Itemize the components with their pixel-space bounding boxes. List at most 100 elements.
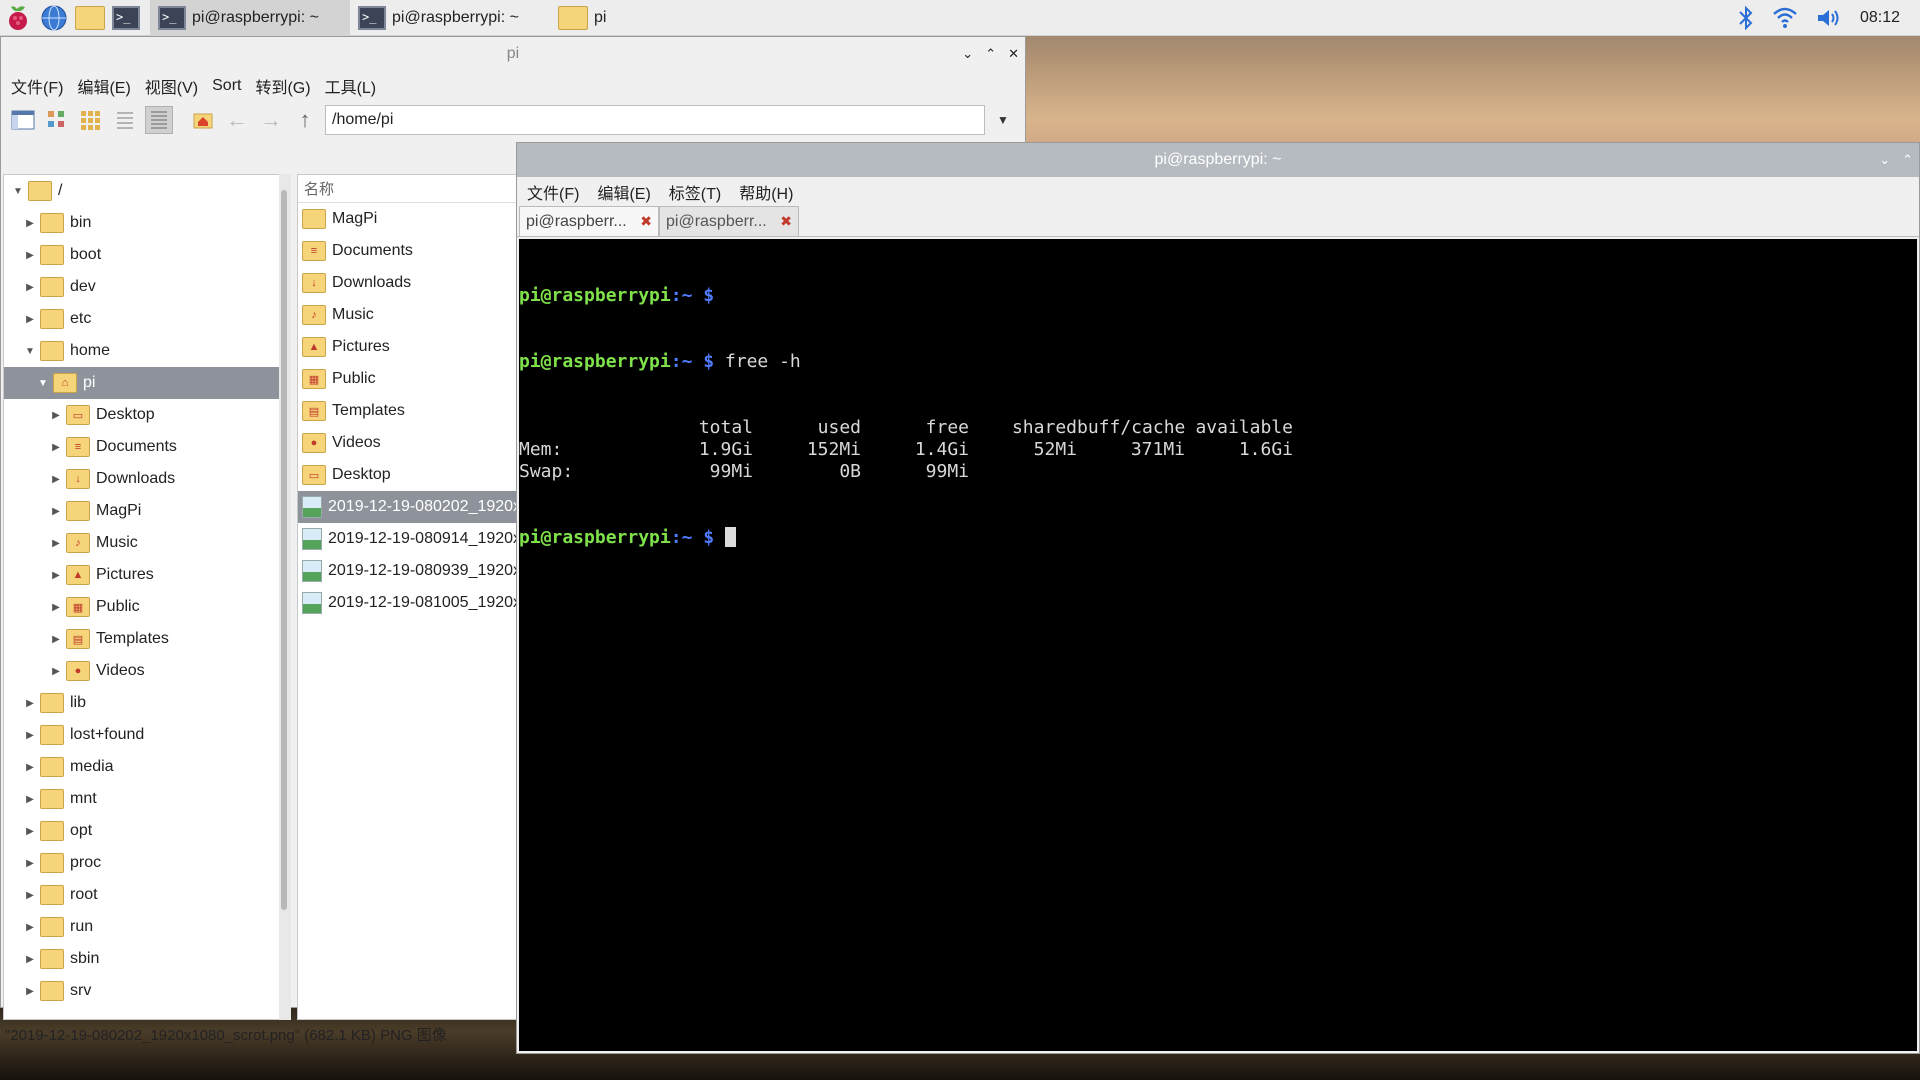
expander-arrow-icon[interactable]: ▶ <box>46 410 66 421</box>
expander-arrow-icon[interactable]: ▶ <box>20 762 40 773</box>
menu-edit[interactable]: 编辑(E) <box>597 180 650 204</box>
wifi-icon[interactable] <box>1772 6 1798 30</box>
tree-item[interactable]: ▶ ● Videos <box>4 655 290 687</box>
terminal-launcher[interactable]: >_ <box>108 0 144 36</box>
detailed-list-view-icon[interactable] <box>145 106 173 134</box>
scrollbar-thumb[interactable] <box>281 190 287 910</box>
expander-arrow-icon[interactable]: ▶ <box>20 794 40 805</box>
expander-arrow-icon[interactable]: ▶ <box>20 218 40 229</box>
expander-arrow-icon[interactable]: ▶ <box>46 538 66 549</box>
home-icon[interactable] <box>189 106 217 134</box>
clock[interactable]: 08:12 <box>1860 9 1900 27</box>
close-tab-icon[interactable]: ✖ <box>640 213 652 230</box>
expander-arrow-icon[interactable]: ▼ <box>33 378 53 389</box>
menu-help[interactable]: 帮助(H) <box>739 180 793 204</box>
tree-item[interactable]: ▶ bin <box>4 207 290 239</box>
list-item[interactable]: 2019-12-19-081005_1920x <box>298 587 530 619</box>
tree-item[interactable]: ▶ ♪ Music <box>4 527 290 559</box>
list-item[interactable]: ▤ Templates <box>298 395 530 427</box>
taskbar-task-terminal-1[interactable]: >_ pi@raspberrypi: ~ <box>150 0 350 36</box>
menu-tools[interactable]: 工具(L) <box>325 74 377 98</box>
minimize-icon[interactable]: ⌄ <box>1879 152 1890 168</box>
expander-arrow-icon[interactable]: ▶ <box>20 698 40 709</box>
tree-item[interactable]: ▶ dev <box>4 271 290 303</box>
tree-item[interactable]: ▶ srv <box>4 975 290 1007</box>
column-header-name[interactable]: 名称 <box>298 175 530 203</box>
expander-arrow-icon[interactable]: ▶ <box>46 474 66 485</box>
tree-item[interactable]: ▶ ▭ Desktop <box>4 399 290 431</box>
tree-item[interactable]: ▶ root <box>4 879 290 911</box>
tree-item[interactable]: ▶ MagPi <box>4 495 290 527</box>
tree-item[interactable]: ▶ ▲ Pictures <box>4 559 290 591</box>
expander-arrow-icon[interactable]: ▶ <box>20 314 40 325</box>
expander-arrow-icon[interactable]: ▶ <box>46 570 66 581</box>
raspberry-menu-button[interactable] <box>0 0 36 36</box>
minimize-icon[interactable]: ⌄ <box>962 46 973 62</box>
list-item[interactable]: ♪ Music <box>298 299 530 331</box>
tree-scrollbar[interactable] <box>279 174 291 1020</box>
tree-item[interactable]: ▼ ⌂ pi <box>4 367 290 399</box>
expander-arrow-icon[interactable]: ▶ <box>20 954 40 965</box>
menu-view[interactable]: 视图(V) <box>145 74 198 98</box>
tree-item[interactable]: ▶ proc <box>4 847 290 879</box>
expander-arrow-icon[interactable]: ▶ <box>46 666 66 677</box>
list-item[interactable]: ▭ Desktop <box>298 459 530 491</box>
list-item[interactable]: ▲ Pictures <box>298 331 530 363</box>
expander-arrow-icon[interactable]: ▼ <box>8 186 28 197</box>
file-manager-launcher[interactable] <box>72 0 108 36</box>
list-item[interactable]: ↓ Downloads <box>298 267 530 299</box>
menu-tabs[interactable]: 标签(T) <box>669 180 721 204</box>
back-arrow-icon[interactable]: ← <box>223 106 251 134</box>
taskbar-task-file-manager[interactable]: pi <box>550 0 750 36</box>
tree-item[interactable]: ▶ media <box>4 751 290 783</box>
menu-sort[interactable]: Sort <box>212 77 241 95</box>
tree-item[interactable]: ▶ boot <box>4 239 290 271</box>
expander-arrow-icon[interactable]: ▼ <box>20 346 40 357</box>
new-window-icon[interactable] <box>9 106 37 134</box>
tree-item[interactable]: ▶ mnt <box>4 783 290 815</box>
close-icon[interactable]: ✕ <box>1008 46 1019 62</box>
thumbnail-view-icon[interactable] <box>77 106 105 134</box>
list-item[interactable]: ≡ Documents <box>298 235 530 267</box>
menu-edit[interactable]: 编辑(E) <box>77 74 130 98</box>
expander-arrow-icon[interactable]: ▶ <box>20 986 40 997</box>
tree-item[interactable]: ▶ ≡ Documents <box>4 431 290 463</box>
maximize-icon[interactable]: ⌃ <box>985 46 996 62</box>
menu-file[interactable]: 文件(F) <box>527 180 579 204</box>
tree-item[interactable]: ▶ lost+found <box>4 719 290 751</box>
forward-arrow-icon[interactable]: → <box>257 106 285 134</box>
expander-arrow-icon[interactable]: ▶ <box>20 858 40 869</box>
icon-view-icon[interactable] <box>43 106 71 134</box>
compact-view-icon[interactable] <box>111 106 139 134</box>
menu-go[interactable]: 转到(G) <box>255 74 310 98</box>
tree-item[interactable]: ▼ home <box>4 335 290 367</box>
tree-item[interactable]: ▶ run <box>4 911 290 943</box>
tree-item[interactable]: ▶ opt <box>4 815 290 847</box>
file-manager-titlebar[interactable]: pi ⌄ ⌃ ✕ <box>1 37 1025 71</box>
web-browser-launcher[interactable] <box>36 0 72 36</box>
list-item[interactable]: 2019-12-19-080914_1920x <box>298 523 530 555</box>
tree-item[interactable]: ▶ ▦ Public <box>4 591 290 623</box>
tree-item[interactable]: ▶ ↓ Downloads <box>4 463 290 495</box>
expander-arrow-icon[interactable]: ▶ <box>46 506 66 517</box>
list-item[interactable]: 2019-12-19-080202_1920x <box>298 491 530 523</box>
expander-arrow-icon[interactable]: ▶ <box>20 250 40 261</box>
terminal-tab-2[interactable]: pi@raspberr... ✖ <box>659 206 799 236</box>
maximize-icon[interactable]: ⌃ <box>1902 152 1913 168</box>
expander-arrow-icon[interactable]: ▶ <box>20 282 40 293</box>
list-item[interactable]: MagPi <box>298 203 530 235</box>
close-tab-icon[interactable]: ✖ <box>780 213 792 230</box>
up-arrow-icon[interactable]: ↑ <box>291 106 319 134</box>
tree-item[interactable]: ▶ sbin <box>4 943 290 975</box>
expander-arrow-icon[interactable]: ▶ <box>46 442 66 453</box>
menu-file[interactable]: 文件(F) <box>11 74 63 98</box>
terminal-console[interactable]: pi@raspberrypi:~ $ pi@raspberrypi:~ $ fr… <box>519 239 1917 1051</box>
list-item[interactable]: ▦ Public <box>298 363 530 395</box>
expander-arrow-icon[interactable]: ▶ <box>46 602 66 613</box>
expander-arrow-icon[interactable]: ▶ <box>20 922 40 933</box>
tree-item[interactable]: ▼ / <box>4 175 290 207</box>
tree-item[interactable]: ▶ etc <box>4 303 290 335</box>
list-item[interactable]: 2019-12-19-080939_1920x <box>298 555 530 587</box>
taskbar-task-terminal-2[interactable]: >_ pi@raspberrypi: ~ <box>350 0 550 36</box>
path-input[interactable] <box>325 105 985 135</box>
